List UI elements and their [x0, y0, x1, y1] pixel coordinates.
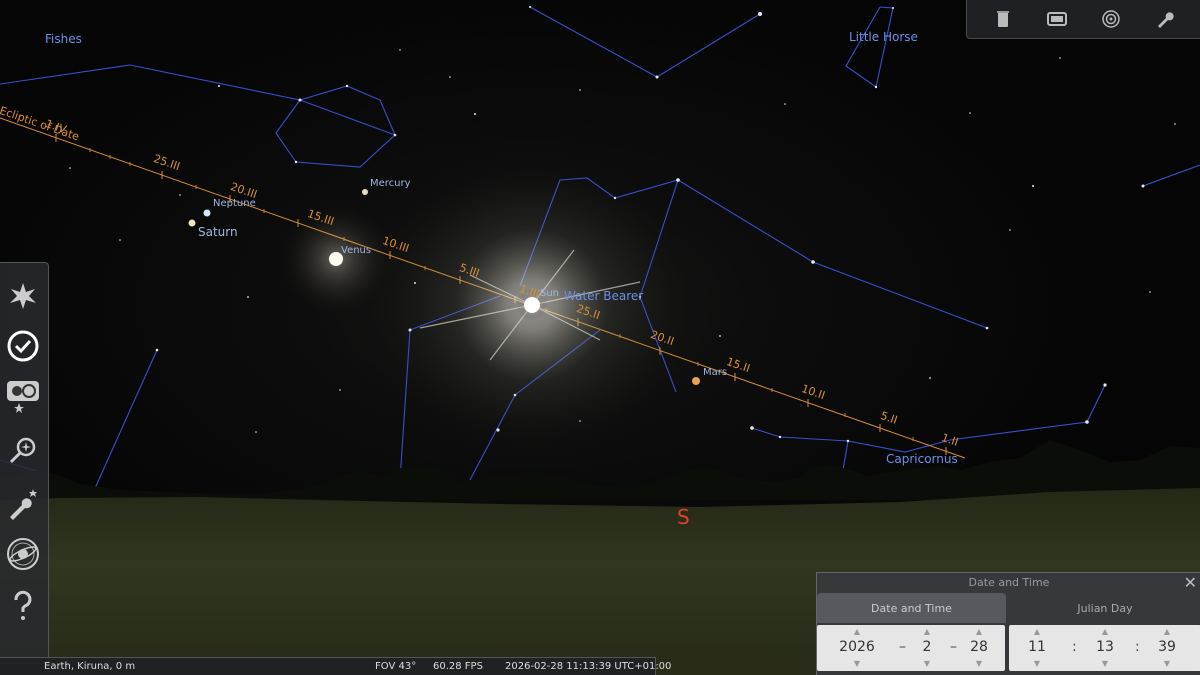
time-fields: ▲ 11 ▼ ▲ 13 ▼ ▲ 39 ▼	[1009, 625, 1200, 671]
wrench-icon	[1158, 12, 1174, 28]
time-separator: :	[1072, 639, 1077, 655]
help-icon	[14, 590, 32, 620]
date-separator: –	[899, 639, 906, 655]
target-icon	[1102, 10, 1120, 28]
chevron-down-icon[interactable]: ▼	[1087, 660, 1123, 668]
search-button[interactable]	[4, 431, 42, 469]
mercury-dot	[362, 189, 368, 195]
chevron-up-icon[interactable]: ▲	[839, 628, 875, 636]
status-bar: Earth, Kiruna, 0 m FOV 43° 60.28 FPS 202…	[0, 657, 671, 675]
day-value[interactable]: 28	[961, 639, 997, 655]
left-toolbar	[0, 262, 49, 664]
sky-culture-button[interactable]	[4, 277, 42, 315]
chevron-up-icon[interactable]: ▲	[1149, 628, 1185, 636]
saturn-dot	[188, 219, 196, 227]
month-value[interactable]: 2	[909, 639, 945, 655]
month-spinner[interactable]: ▲ 2 ▼	[909, 625, 945, 671]
hour-value[interactable]: 11	[1019, 639, 1055, 655]
constellation-label-capricornus: Capricornus	[886, 452, 958, 466]
cardinal-south-label: S	[677, 505, 690, 529]
chevron-up-icon[interactable]: ▲	[909, 628, 945, 636]
date-time-button[interactable]	[4, 327, 42, 365]
clock-icon	[7, 330, 39, 362]
hour-spinner[interactable]: ▲ 11 ▼	[1019, 625, 1055, 671]
panel-title: Date and Time	[968, 576, 1050, 589]
constellation-label-water-bearer: Water Bearer	[564, 289, 644, 303]
astronomical-calculations-button[interactable]	[4, 535, 42, 573]
wrench-button[interactable]	[1150, 5, 1180, 33]
planet-label-mercury[interactable]: Mercury	[370, 178, 411, 189]
top-toolbar	[966, 0, 1200, 39]
sky-and-viewing-options-icon	[7, 381, 39, 413]
chevron-down-icon[interactable]: ▼	[839, 660, 875, 668]
close-button[interactable]: ✕	[1184, 573, 1197, 592]
date-fields: ▲ 2026 ▼ ▲ 2 ▼ ▲ 28 ▼	[817, 625, 1005, 671]
location-readout[interactable]: Earth, Kiruna, 0 m	[44, 661, 135, 672]
stellarium-app[interactable]: Fishes Little Horse Water Bearer Caprico…	[0, 0, 1200, 675]
neptune-dot	[203, 209, 211, 217]
tab-date-and-time[interactable]: Date and Time	[817, 593, 1006, 623]
constellation-label-fishes: Fishes	[45, 32, 82, 46]
chevron-down-icon[interactable]: ▼	[909, 660, 945, 668]
planet-label-venus[interactable]: Venus	[341, 245, 371, 256]
mars-dot	[692, 377, 700, 385]
window-icon	[1047, 12, 1067, 26]
planet-label-saturn[interactable]: Saturn	[198, 225, 238, 239]
datetime-readout[interactable]: 2026-02-28 11:13:39 UTC+01:00	[505, 661, 671, 672]
fps-readout: 60.28 FPS	[433, 661, 483, 672]
window-button[interactable]	[1042, 5, 1072, 33]
close-icon: ✕	[1183, 573, 1197, 592]
chevron-up-icon[interactable]: ▲	[961, 628, 997, 636]
trash-icon	[997, 11, 1009, 27]
tab-julian-day[interactable]: Julian Day	[1010, 593, 1200, 623]
year-spinner[interactable]: ▲ 2026 ▼	[839, 625, 875, 671]
target-button[interactable]	[1096, 5, 1126, 33]
minute-value[interactable]: 13	[1087, 639, 1123, 655]
date-separator: –	[950, 639, 957, 655]
search-icon	[9, 437, 36, 464]
sky-viewing-options-button[interactable]	[4, 377, 42, 415]
chevron-down-icon[interactable]: ▼	[1149, 660, 1185, 668]
sky-culture-icon	[10, 283, 36, 309]
astronomical-calculations-icon	[7, 538, 39, 570]
chevron-down-icon[interactable]: ▼	[1019, 660, 1055, 668]
planet-label-sun[interactable]: Sun	[540, 288, 559, 299]
chevron-down-icon[interactable]: ▼	[961, 660, 997, 668]
constellation-label-little-horse: Little Horse	[849, 30, 918, 44]
minute-spinner[interactable]: ▲ 13 ▼	[1087, 625, 1123, 671]
date-time-panel: Date and Time ✕ Date and Time Julian Day…	[816, 572, 1200, 675]
chevron-up-icon[interactable]: ▲	[1019, 628, 1055, 636]
fov-readout: FOV 43°	[375, 661, 417, 672]
second-spinner[interactable]: ▲ 39 ▼	[1149, 625, 1185, 671]
configuration-icon	[10, 489, 37, 520]
day-spinner[interactable]: ▲ 28 ▼	[961, 625, 997, 671]
trash-button[interactable]	[988, 5, 1018, 33]
year-value[interactable]: 2026	[839, 639, 875, 655]
help-button[interactable]	[4, 587, 42, 625]
time-separator: :	[1135, 639, 1140, 655]
chevron-up-icon[interactable]: ▲	[1087, 628, 1123, 636]
configuration-button[interactable]	[4, 485, 42, 523]
planet-label-mars[interactable]: Mars	[703, 367, 727, 378]
second-value[interactable]: 39	[1149, 639, 1185, 655]
